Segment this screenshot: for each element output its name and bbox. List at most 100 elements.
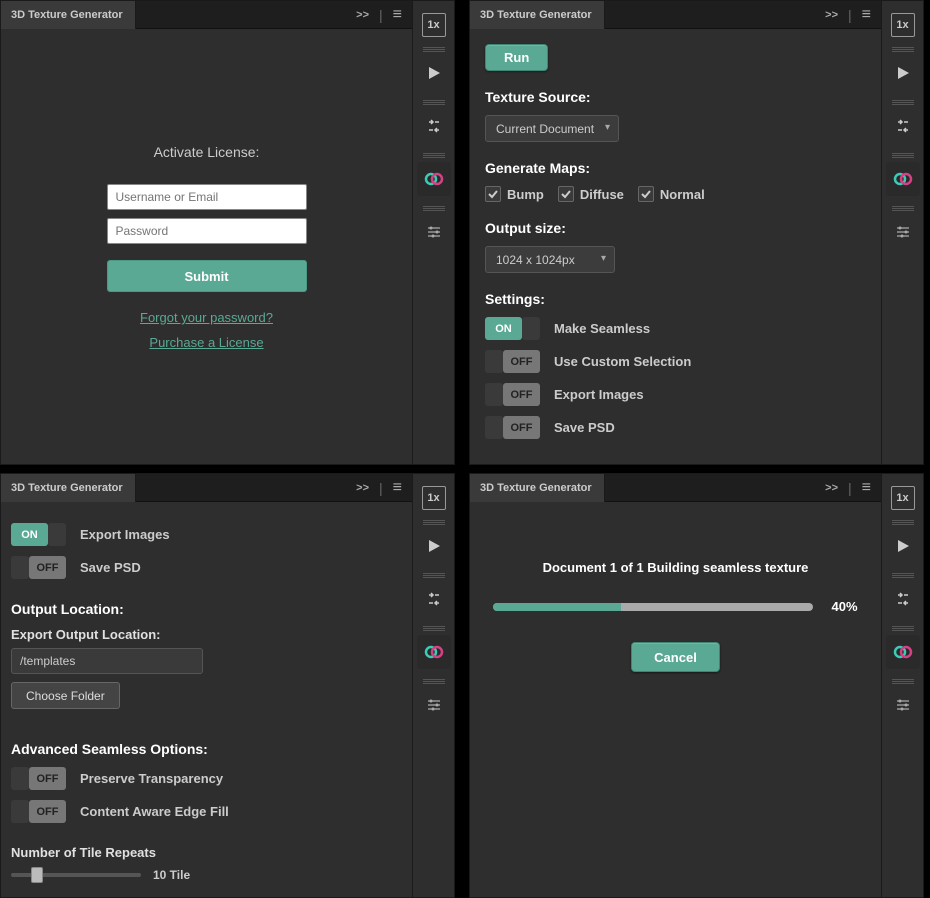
swap-button[interactable] [886, 109, 920, 143]
grip-icon [423, 520, 445, 525]
export-images-toggle[interactable]: OFF [485, 383, 540, 406]
play-button[interactable] [417, 56, 451, 90]
diffuse-checkbox[interactable]: Diffuse [558, 186, 624, 202]
texture-source-select[interactable]: Current Document [485, 115, 619, 142]
tile-repeats-value: 10 Tile [153, 868, 190, 882]
tab-bar: 3D Texture Generator >> | ≡ [1, 1, 412, 29]
username-input[interactable] [107, 184, 307, 210]
grip-icon [423, 573, 445, 578]
panel-body: 3D Texture Generator >> | ≡ ON Export Im… [0, 473, 413, 898]
play-button[interactable] [417, 529, 451, 563]
save-psd-toggle[interactable]: OFF [11, 556, 66, 579]
swap-button[interactable] [417, 109, 451, 143]
output-path-field[interactable] [11, 648, 203, 674]
collapse-icon[interactable]: >> [356, 482, 369, 494]
make-seamless-toggle[interactable]: ON [485, 317, 540, 340]
panel-body: 3D Texture Generator >> | ≡ Activate Lic… [0, 0, 413, 465]
grip-icon [892, 626, 914, 631]
divider: | [848, 7, 852, 23]
panel-body: 3D Texture Generator >> | ≡ Run Texture … [469, 0, 882, 465]
play-button[interactable] [886, 529, 920, 563]
collapse-icon[interactable]: >> [825, 9, 838, 21]
content-aware-toggle[interactable]: OFF [11, 800, 66, 823]
bump-checkbox[interactable]: Bump [485, 186, 544, 202]
play-button[interactable] [886, 56, 920, 90]
purchase-license-link[interactable]: Purchase a License [149, 335, 263, 350]
tab-app[interactable]: 3D Texture Generator [470, 474, 605, 502]
overlap-circles-button[interactable] [417, 635, 451, 669]
grip-icon [892, 679, 914, 684]
advanced-heading: Advanced Seamless Options: [11, 741, 402, 757]
collapse-icon[interactable]: >> [356, 9, 369, 21]
output-size-heading: Output size: [485, 220, 866, 236]
output-size-select[interactable]: 1024 x 1024px [485, 246, 615, 273]
choose-folder-button[interactable]: Choose Folder [11, 682, 120, 709]
normal-checkbox[interactable]: Normal [638, 186, 705, 202]
password-input[interactable] [107, 218, 307, 244]
menu-icon[interactable]: ≡ [393, 479, 402, 497]
export-images-label: Export Images [554, 387, 644, 402]
side-toolbar: 1x [413, 473, 455, 898]
use-custom-selection-toggle[interactable]: OFF [485, 350, 540, 373]
tile-repeats-slider[interactable] [11, 873, 141, 877]
panel-generate: 3D Texture Generator >> | ≡ Run Texture … [469, 0, 930, 465]
side-toolbar: 1x [882, 473, 924, 898]
export-images-toggle[interactable]: ON [11, 523, 66, 546]
sliders-button[interactable] [417, 215, 451, 249]
tab-bar: 3D Texture Generator >> | ≡ [470, 1, 881, 29]
collapse-icon[interactable]: >> [825, 482, 838, 494]
tab-app[interactable]: 3D Texture Generator [1, 474, 136, 502]
save-psd-label: Save PSD [554, 420, 615, 435]
progress-fill [493, 603, 621, 611]
run-button[interactable]: Run [485, 44, 548, 71]
grip-icon [892, 153, 914, 158]
overlap-circles-button[interactable] [886, 635, 920, 669]
save-psd-label: Save PSD [80, 560, 141, 575]
zoom-1x-button[interactable]: 1x [422, 486, 446, 510]
activate-heading: Activate License: [154, 144, 260, 160]
swap-button[interactable] [417, 582, 451, 616]
grip-icon [423, 206, 445, 211]
tile-repeats-heading: Number of Tile Repeats [11, 845, 402, 860]
progress-view: Document 1 of 1 Building seamless textur… [470, 502, 881, 897]
overlap-circles-button[interactable] [417, 162, 451, 196]
progress-message: Document 1 of 1 Building seamless textur… [543, 560, 809, 575]
output-form: ON Export Images OFF Save PSD Output Loc… [1, 502, 412, 897]
progress-percent: 40% [831, 599, 857, 614]
menu-icon[interactable]: ≡ [393, 6, 402, 24]
settings-heading: Settings: [485, 291, 866, 307]
menu-icon[interactable]: ≡ [862, 479, 871, 497]
preserve-transparency-label: Preserve Transparency [80, 771, 223, 786]
tab-label: 3D Texture Generator [11, 482, 123, 494]
panel-activate-license: 3D Texture Generator >> | ≡ Activate Lic… [0, 0, 461, 465]
tab-bar: 3D Texture Generator >> | ≡ [470, 474, 881, 502]
grip-icon [892, 100, 914, 105]
overlap-circles-button[interactable] [886, 162, 920, 196]
grip-icon [423, 100, 445, 105]
side-toolbar: 1x [413, 0, 455, 465]
cancel-button[interactable]: Cancel [631, 642, 720, 672]
zoom-1x-button[interactable]: 1x [891, 13, 915, 37]
tab-app[interactable]: 3D Texture Generator [1, 1, 136, 29]
forgot-password-link[interactable]: Forgot your password? [140, 310, 273, 325]
sliders-button[interactable] [417, 688, 451, 722]
menu-icon[interactable]: ≡ [862, 6, 871, 24]
export-images-label: Export Images [80, 527, 170, 542]
preserve-transparency-toggle[interactable]: OFF [11, 767, 66, 790]
sliders-button[interactable] [886, 688, 920, 722]
divider: | [379, 7, 383, 23]
grip-icon [423, 47, 445, 52]
divider: | [848, 480, 852, 496]
tab-app[interactable]: 3D Texture Generator [470, 1, 605, 29]
save-psd-toggle[interactable]: OFF [485, 416, 540, 439]
zoom-1x-button[interactable]: 1x [422, 13, 446, 37]
panel-body: 3D Texture Generator >> | ≡ Document 1 o… [469, 473, 882, 898]
submit-button[interactable]: Submit [107, 260, 307, 292]
panel-output-settings: 3D Texture Generator >> | ≡ ON Export Im… [0, 473, 461, 898]
tab-label: 3D Texture Generator [11, 9, 123, 21]
zoom-1x-button[interactable]: 1x [891, 486, 915, 510]
tab-label: 3D Texture Generator [480, 9, 592, 21]
sliders-button[interactable] [886, 215, 920, 249]
swap-button[interactable] [886, 582, 920, 616]
grip-icon [892, 520, 914, 525]
